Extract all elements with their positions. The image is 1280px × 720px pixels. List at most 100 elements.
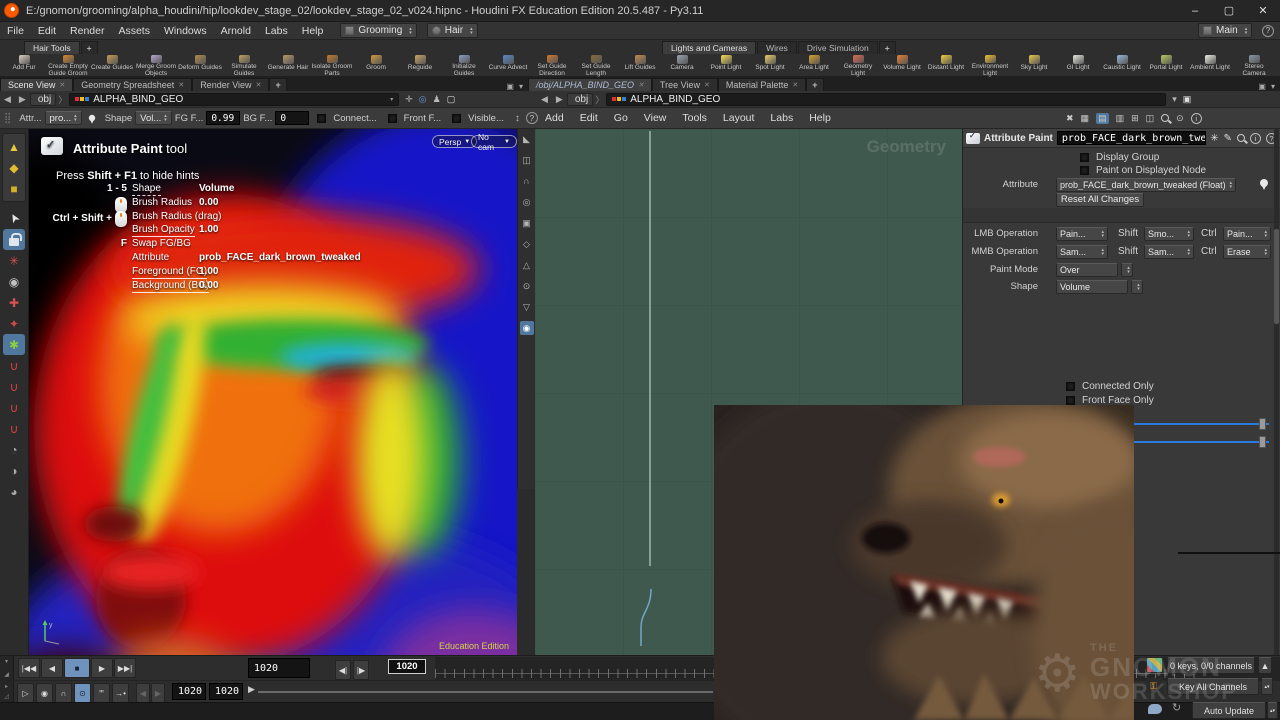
menu-file[interactable]: File (0, 25, 31, 37)
shelf-tool-portal-light[interactable]: Portal Light (1144, 54, 1188, 77)
hidden-slider-handle[interactable] (1259, 436, 1266, 448)
pane-maximize-icon[interactable]: ▣ (1258, 82, 1266, 91)
net-menu-edit[interactable]: Edit (572, 112, 606, 124)
pane-tab-scene-view[interactable]: Scene View✕ (0, 78, 73, 91)
shelf-tool-generate-hair[interactable]: Generate Hair (266, 54, 310, 77)
screen-brush-tool-3[interactable]: ◕ (3, 481, 25, 502)
param-node-name-field[interactable]: prob_FACE_dark_brown_tweaked (1057, 131, 1206, 145)
display-group-checkbox[interactable] (1080, 153, 1089, 162)
keys-expand-button[interactable]: ▲ (1258, 657, 1272, 674)
checkbox-icon[interactable] (452, 114, 461, 123)
shelf-tool-environment-light[interactable]: Environment Light (968, 54, 1012, 77)
shelf-tab--[interactable]: + (879, 41, 896, 54)
net-close-icon[interactable]: ✖ (1066, 113, 1074, 124)
dopesheet-icon[interactable]: →• (112, 683, 129, 703)
net-pane-rows-icon[interactable]: ▥ (1116, 113, 1125, 124)
desktop-selector-hair[interactable]: Hair ▴▾ (427, 23, 478, 38)
view-brush-cube-tool[interactable]: ■ (3, 178, 25, 199)
scoped-channels-icon[interactable] (1146, 657, 1163, 673)
render-flag-icon[interactable]: ◎ (419, 94, 427, 105)
playhead-frame-badge[interactable]: 1020 (388, 659, 426, 674)
pin-pane-icon[interactable]: ✛ (405, 94, 413, 105)
attribute-pin-icon[interactable] (1260, 179, 1268, 187)
go-start-button[interactable]: |◀◀ (18, 658, 40, 678)
net-pane-add-icon[interactable]: ⊞ (1131, 113, 1139, 124)
breadcrumb-node[interactable]: ALPHA_BIND_GEO ▾ (69, 93, 399, 106)
shelf-tool-vr-camera[interactable]: VR Camera (1276, 54, 1280, 77)
shelf-tab-drive-simulation[interactable]: Drive Simulation (798, 41, 878, 54)
audio-icon[interactable]: ◉ (36, 683, 53, 703)
menu-help[interactable]: Help (295, 25, 331, 37)
stop-button[interactable]: ■ (64, 658, 90, 678)
key-all-channels-dropdown[interactable]: Key All Channels (1167, 678, 1259, 695)
shelf-tool-gi-light[interactable]: GI Light (1056, 54, 1100, 77)
shelf-tab-lights-and-cameras[interactable]: Lights and Cameras (662, 41, 756, 54)
net-breadcrumb-root[interactable]: obj (567, 93, 593, 106)
key-icon[interactable]: ⚿ (1146, 678, 1163, 694)
range-next-button[interactable]: ▶ (151, 683, 165, 703)
front-face-only-checkbox[interactable] (1066, 396, 1075, 405)
main-desktop-selector[interactable]: Main ▴▾ (1198, 23, 1252, 38)
location-pin-icon[interactable] (88, 115, 94, 121)
net-menu-go[interactable]: Go (606, 112, 636, 124)
info-icon[interactable]: i (1250, 133, 1261, 144)
search-icon[interactable] (1237, 134, 1245, 142)
checkbox-icon[interactable] (317, 114, 326, 123)
pane-tab--[interactable]: + (806, 78, 823, 91)
close-tab-icon[interactable]: ✕ (178, 81, 184, 89)
menu-assets[interactable]: Assets (111, 25, 157, 37)
net-pin-icon[interactable]: ▾ (1172, 94, 1177, 105)
shape-dropdown[interactable]: Vol...▴▾ (135, 111, 172, 125)
lighting-options-icon[interactable]: ◎ (520, 195, 534, 209)
net-info-icon[interactable]: i (1191, 113, 1202, 124)
guide-magnet-tool-3[interactable]: ∪ (3, 397, 25, 418)
auto-update-spinner[interactable]: ▴▾ (1267, 702, 1278, 719)
net-menu-layout[interactable]: Layout (715, 112, 763, 124)
message-bubble-icon[interactable] (1148, 704, 1162, 714)
pane-menu-icon[interactable]: ▾ (1271, 82, 1275, 91)
shelf-tab--[interactable]: + (81, 41, 98, 54)
lmb-shift-dropdown[interactable]: Smo...▴▾ (1144, 227, 1194, 241)
shelf-tool-create-guides[interactable]: Create Guides (90, 54, 134, 77)
close-tab-icon[interactable]: ✕ (792, 81, 798, 89)
shelf-tab-wires[interactable]: Wires (757, 41, 797, 54)
close-tab-icon[interactable]: ✕ (256, 81, 262, 89)
character-icon[interactable]: ♟ (433, 94, 441, 105)
current-frame-field[interactable]: 1020 (248, 658, 310, 678)
shelf-tool-isolate-groom-parts[interactable]: Isolate Groom Parts (310, 54, 354, 77)
minimize-button[interactable]: – (1178, 0, 1212, 21)
timeline-mini-strip[interactable]: ▾◢ (0, 656, 14, 680)
follow-playhead-icon[interactable]: ▷ (17, 683, 34, 703)
secure-selection-lock[interactable] (3, 229, 25, 250)
view-brush-cone-tool[interactable]: ▲ (3, 136, 25, 157)
brush-icon[interactable]: ✎ (1224, 133, 1232, 144)
playbar-mini-strip[interactable]: ▸◿ (0, 681, 14, 702)
attribute-dropdown[interactable]: prob_FACE_dark_brown_tweaked (Float) ▴▾ (1056, 178, 1236, 192)
paint-displayed-checkbox[interactable] (1080, 166, 1089, 175)
menu-labs[interactable]: Labs (258, 25, 295, 37)
jack-handle-tool[interactable]: ✚ (3, 292, 25, 313)
shelf-tab-hair-tools[interactable]: Hair Tools (24, 41, 80, 54)
help-icon[interactable]: ? (1262, 25, 1274, 37)
play-button[interactable]: ▶ (91, 658, 113, 678)
mmb-op-dropdown[interactable]: Sam...▴▾ (1056, 245, 1108, 259)
close-button[interactable]: ✕ (1246, 0, 1280, 21)
net-back-icon[interactable]: ◀ (537, 94, 552, 105)
param-scrollbar[interactable] (1274, 129, 1279, 655)
view-brush-diamond-tool[interactable]: ◆ (3, 157, 25, 178)
shelf-tool-set-guide-length[interactable]: Set Guide Length (574, 54, 618, 77)
shelf-tool-create-empty-guide-groom[interactable]: Create Empty Guide Groom (46, 54, 90, 77)
prev-key-button[interactable]: ◀| (335, 660, 351, 680)
shelf-tool-simulate-guides[interactable]: Simulate Guides (222, 54, 266, 77)
shelf-tool-reguide[interactable]: Reguide (398, 54, 442, 77)
pane-tab--[interactable]: + (269, 78, 286, 91)
range-start-field[interactable]: 1020 (172, 683, 206, 700)
range-prev-button[interactable]: ◀ (136, 683, 150, 703)
toolbar-check-visible[interactable]: Visible... (452, 113, 507, 124)
keys-channels-button[interactable]: 0 keys, 0/0 channels (1167, 657, 1255, 674)
close-tab-icon[interactable]: ✕ (59, 81, 65, 89)
go-end-button[interactable]: ▶▶| (114, 658, 136, 678)
camera-select-pill[interactable]: No cam▼ (471, 135, 517, 148)
shelf-tool-spot-light[interactable]: Spot Light (748, 54, 792, 77)
pane-tab-tree-view[interactable]: Tree View✕ (652, 78, 718, 91)
